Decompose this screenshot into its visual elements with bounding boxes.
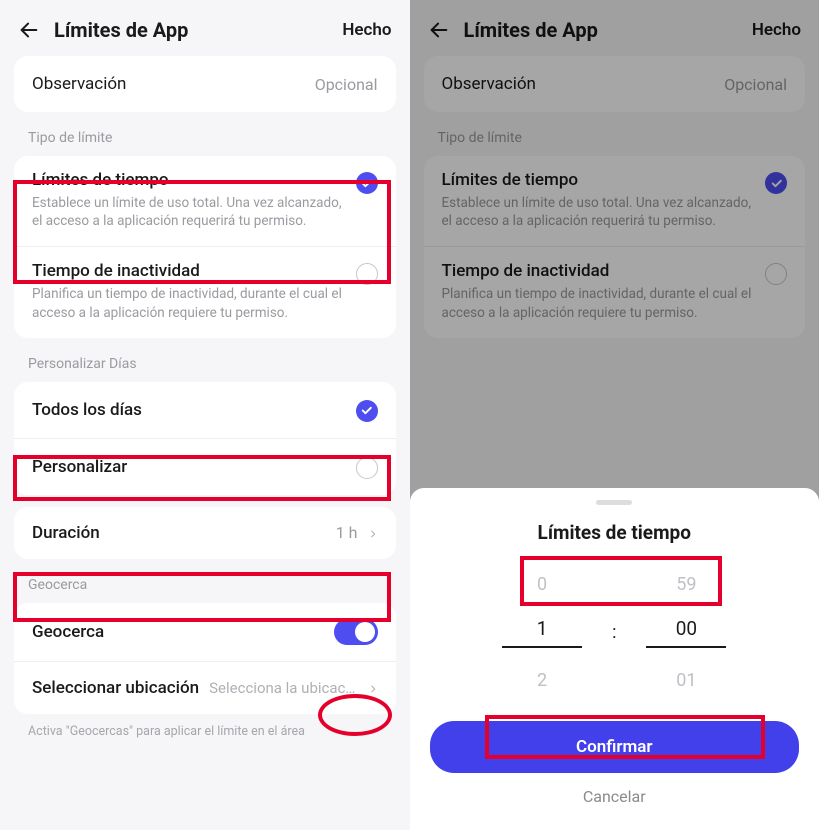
duration-row[interactable]: Duración 1 h <box>14 507 396 559</box>
limit-type-label: Tipo de límite <box>410 112 819 156</box>
radio-empty-icon <box>765 263 787 285</box>
screen-right: Límites de App Hecho Observación Opciona… <box>410 0 819 830</box>
custom-days-row[interactable]: Personalizar <box>14 438 396 495</box>
minutes-next: 01 <box>676 670 696 691</box>
back-arrow-icon[interactable] <box>428 19 450 41</box>
done-button[interactable]: Hecho <box>752 20 801 40</box>
observation-label: Observación <box>32 74 305 94</box>
observation-row[interactable]: Observación Opcional <box>424 56 806 112</box>
limit-downtime-row[interactable]: Tiempo de inactividad Planifica un tiemp… <box>14 246 396 337</box>
check-icon <box>765 172 787 194</box>
limit-downtime-row[interactable]: Tiempo de inactividad Planifica un tiemp… <box>424 246 806 337</box>
select-location-title: Seleccionar ubicación <box>32 678 199 698</box>
minutes-prev: 59 <box>676 574 696 595</box>
chevron-right-icon <box>368 681 378 695</box>
limit-type-card: Límites de tiempo Establece un límite de… <box>14 156 396 338</box>
every-day-title: Todos los días <box>32 400 346 420</box>
geofence-footnote: Activa "Geocercas" para aplicar el límit… <box>0 714 410 740</box>
radio-empty-icon <box>356 263 378 285</box>
select-location-row[interactable]: Seleccionar ubicación Selecciona la ubic… <box>14 661 396 714</box>
page-title: Límites de App <box>464 18 738 42</box>
select-location-placeholder: Selecciona la ubicaci… <box>209 679 357 697</box>
minutes-current: 00 <box>646 617 726 648</box>
limit-time-desc: Establece un límite de uso total. Una ve… <box>32 194 344 230</box>
observation-row[interactable]: Observación Opcional <box>14 56 396 112</box>
hours-column[interactable]: 0 1 2 <box>502 574 582 691</box>
sheet-title: Límites de tiempo <box>410 521 819 544</box>
geofence-toggle[interactable] <box>334 619 378 645</box>
observation-card: Observación Opcional <box>424 56 806 112</box>
geofence-toggle-row[interactable]: Geocerca <box>14 603 396 661</box>
topbar: Límites de App Hecho <box>410 0 819 56</box>
custom-days-title: Personalizar <box>32 457 346 477</box>
limit-type-label: Tipo de límite <box>0 112 410 156</box>
observation-card: Observación Opcional <box>14 56 396 112</box>
time-picker[interactable]: 0 1 2 : 59 00 01 <box>410 574 819 691</box>
hours-next: 2 <box>537 670 547 691</box>
time-picker-sheet: Límites de tiempo 0 1 2 : 59 00 01 Confi… <box>410 488 819 830</box>
hours-current: 1 <box>502 617 582 648</box>
limit-downtime-title: Tiempo de inactividad <box>32 261 344 281</box>
page-title: Límites de App <box>54 18 328 42</box>
sheet-handle[interactable] <box>596 500 632 505</box>
check-icon <box>356 400 378 422</box>
limit-downtime-title: Tiempo de inactividad <box>442 261 754 281</box>
geofence-title: Geocerca <box>32 622 324 642</box>
customize-days-label: Personalizar Días <box>0 338 410 382</box>
limit-time-title: Límites de tiempo <box>32 170 344 190</box>
limit-time-row[interactable]: Límites de tiempo Establece un límite de… <box>14 156 396 246</box>
duration-title: Duración <box>32 523 326 543</box>
radio-empty-icon <box>356 457 378 479</box>
limit-downtime-desc: Planifica un tiempo de inactividad, dura… <box>32 285 344 321</box>
observation-placeholder: Opcional <box>724 75 787 94</box>
cancel-button[interactable]: Cancelar <box>410 787 819 806</box>
limit-time-desc: Establece un límite de uso total. Una ve… <box>442 194 754 230</box>
done-button[interactable]: Hecho <box>342 20 391 40</box>
check-icon <box>356 172 378 194</box>
chevron-right-icon <box>368 526 378 540</box>
days-card: Todos los días Personalizar <box>14 382 396 495</box>
observation-placeholder: Opcional <box>315 75 378 94</box>
minutes-column[interactable]: 59 00 01 <box>646 574 726 691</box>
observation-label: Observación <box>442 74 715 94</box>
screen-left: Límites de App Hecho Observación Opciona… <box>0 0 410 830</box>
topbar: Límites de App Hecho <box>0 0 410 56</box>
time-separator: : <box>612 622 616 643</box>
geofence-card: Geocerca Seleccionar ubicación Seleccion… <box>14 603 396 714</box>
limit-type-card: Límites de tiempo Establece un límite de… <box>424 156 806 338</box>
hours-prev: 0 <box>537 574 547 595</box>
geofence-label: Geocerca <box>0 559 410 603</box>
duration-value: 1 h <box>336 523 358 542</box>
limit-time-title: Límites de tiempo <box>442 170 754 190</box>
limit-time-row[interactable]: Límites de tiempo Establece un límite de… <box>424 156 806 246</box>
duration-card: Duración 1 h <box>14 507 396 559</box>
every-day-row[interactable]: Todos los días <box>14 382 396 438</box>
confirm-button[interactable]: Confirmar <box>430 721 800 773</box>
back-arrow-icon[interactable] <box>18 19 40 41</box>
limit-downtime-desc: Planifica un tiempo de inactividad, dura… <box>442 285 754 321</box>
